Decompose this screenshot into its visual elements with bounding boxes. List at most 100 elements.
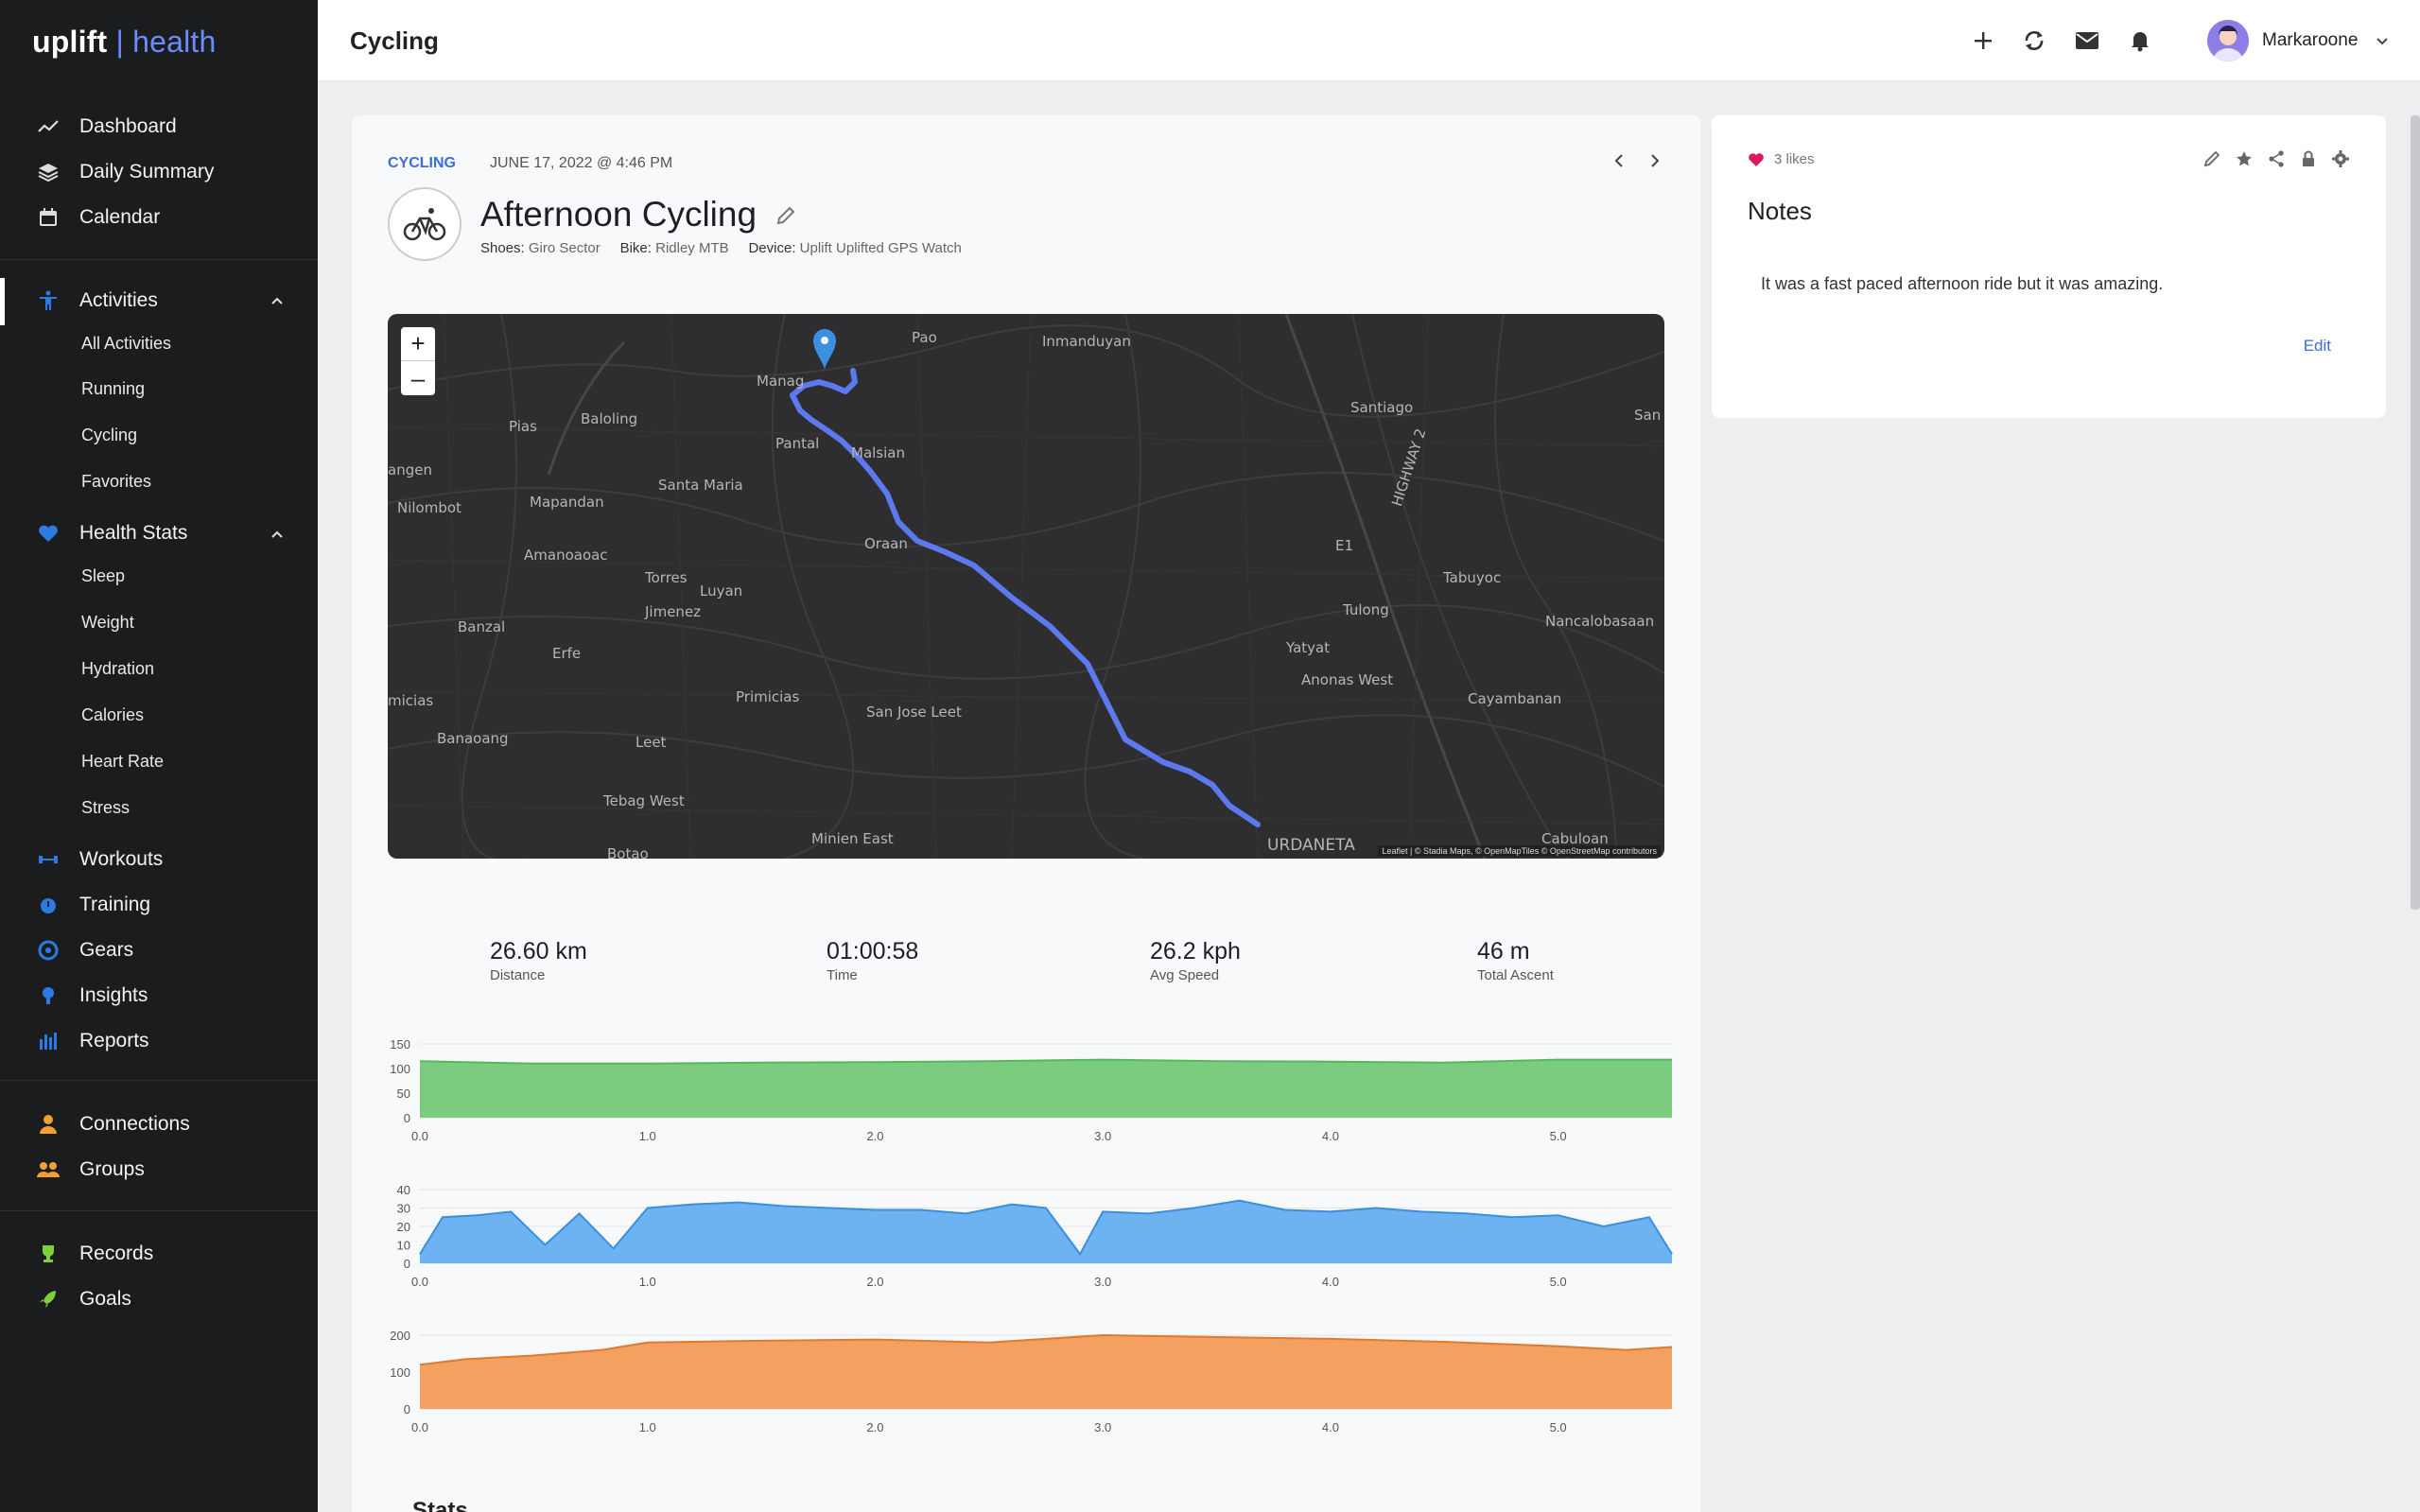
x-tick-label: 3.0 (1094, 1129, 1111, 1143)
map-label: Tebag West (603, 792, 685, 809)
plus-icon[interactable] (1967, 25, 1999, 57)
stat-avg-speed: 26.2 kph Avg Speed (1150, 938, 1241, 983)
map-attribution[interactable]: Leaflet | © Stadia Maps, © OpenMapTiles … (1378, 845, 1661, 857)
sidebar-item-groups[interactable]: Groups (36, 1151, 145, 1189)
trophy-icon (36, 1242, 61, 1266)
sidebar-subitem-calories[interactable]: Calories (81, 701, 144, 729)
gear-icon[interactable] (2331, 149, 2350, 168)
top-bar: Cycling Markaroone (318, 0, 2420, 81)
chevron-left-icon[interactable] (1611, 153, 1627, 168)
y-tick-label: 0 (404, 1111, 410, 1125)
x-tick-label: 5.0 (1550, 1420, 1567, 1434)
y-tick-label: 10 (397, 1239, 410, 1253)
sidebar-item-reports[interactable]: Reports (36, 1022, 149, 1060)
activity-date: JUNE 17, 2022 @ 4:46 PM (490, 155, 673, 171)
lock-icon[interactable] (2299, 149, 2318, 168)
x-tick-label: 4.0 (1322, 1420, 1339, 1434)
meta-label: Shoes: (480, 240, 525, 256)
elevation-chart[interactable]: 0 50 100 150 0.0 1.0 2.0 3.0 4.0 5.0 (371, 1031, 1685, 1154)
section-title: Stats (412, 1498, 468, 1512)
sidebar-subitem-hydration[interactable]: Hydration (81, 654, 154, 683)
sidebar-item-insights[interactable]: Insights (36, 977, 148, 1015)
star-icon[interactable] (2235, 149, 2254, 168)
sidebar-subitem-sleep[interactable]: Sleep (81, 562, 125, 590)
map-label: Jimenez (645, 603, 702, 620)
bell-icon[interactable] (2124, 25, 2156, 57)
sidebar-subitem-heart-rate[interactable]: Heart Rate (81, 747, 164, 775)
stat-time: 01:00:58 Time (827, 938, 918, 983)
series-area (420, 1200, 1672, 1263)
stat-label: Time (827, 967, 858, 983)
x-tick-label: 1.0 (639, 1275, 656, 1289)
sidebar-subitem-favorites[interactable]: Favorites (81, 467, 151, 495)
zoom-out-button[interactable]: – (401, 361, 435, 395)
series-area (420, 1059, 1672, 1118)
sidebar-item-label: Dashboard (79, 115, 177, 137)
map-label: URDANETA (1267, 836, 1355, 855)
map-label: Malsian (851, 444, 905, 461)
sidebar-item-label: Gears (79, 939, 134, 961)
share-icon[interactable] (2267, 149, 2286, 168)
sidebar-item-dashboard[interactable]: Dashboard (36, 108, 177, 146)
active-indicator (0, 278, 5, 325)
sidebar-item-gears[interactable]: Gears (36, 931, 133, 969)
pencil-icon[interactable] (2202, 149, 2221, 168)
rocket-icon (36, 1287, 61, 1312)
bar-chart-icon (36, 1029, 61, 1053)
shoes-value: Giro Sector (528, 240, 601, 256)
zoom-in-button[interactable]: + (401, 327, 435, 361)
sidebar-item-records[interactable]: Records (36, 1235, 153, 1273)
map-label: Banaoang (437, 730, 509, 747)
y-tick-label: 100 (390, 1062, 410, 1076)
sidebar-item-label: Connections (79, 1113, 190, 1135)
mail-icon[interactable] (2071, 25, 2103, 57)
chevron-up-icon[interactable] (270, 528, 284, 541)
activity-title: Afternoon Cycling (480, 195, 796, 235)
map-label: Inmanduyan (1042, 333, 1131, 350)
map-label: Luyan (700, 582, 743, 600)
sidebar-item-label: Calendar (79, 206, 161, 228)
map-label: Tulong (1343, 601, 1389, 618)
sidebar-item-workouts[interactable]: Workouts (36, 841, 163, 878)
likes[interactable]: 3 likes (1748, 151, 1815, 167)
trend-icon (36, 114, 61, 139)
sidebar-item-activities[interactable]: Activities (36, 282, 158, 320)
pencil-icon[interactable] (775, 205, 796, 226)
sidebar-subitem-all-activities[interactable]: All Activities (81, 329, 171, 357)
sync-icon[interactable] (2018, 25, 2050, 57)
sidebar-subitem-cycling[interactable]: Cycling (81, 421, 137, 449)
sidebar-subitem-weight[interactable]: Weight (81, 608, 134, 636)
stat-value: 26.2 kph (1150, 938, 1241, 965)
x-tick-label: 4.0 (1322, 1275, 1339, 1289)
sidebar-item-daily-summary[interactable]: Daily Summary (36, 153, 214, 191)
map-label: Pantal (775, 435, 820, 452)
sidebar-item-health-stats[interactable]: Health Stats (36, 514, 187, 552)
x-tick-label: 2.0 (866, 1420, 883, 1434)
notes-edit-link[interactable]: Edit (2304, 337, 2331, 356)
device-value: Uplift Uplifted GPS Watch (799, 240, 962, 256)
route-map[interactable]: + – Pao Inmanduyan Manag Baloling Pias P… (388, 314, 1664, 859)
stat-total-ascent: 46 m Total Ascent (1477, 938, 1554, 983)
sidebar-item-training[interactable]: Training (36, 886, 150, 924)
y-tick-label: 40 (397, 1183, 410, 1197)
gear-wheel-icon (36, 938, 61, 963)
app-logo[interactable]: uplift | health (32, 25, 216, 60)
scrollbar[interactable] (2411, 115, 2420, 910)
chevron-up-icon[interactable] (270, 294, 284, 307)
chevron-down-icon (2376, 38, 2389, 45)
activity-category[interactable]: CYCLING (388, 155, 456, 172)
map-label: Mapandan (530, 494, 604, 511)
sidebar-item-calendar[interactable]: Calendar (36, 199, 160, 236)
stat-label: Distance (490, 967, 546, 983)
x-tick-label: 3.0 (1094, 1420, 1111, 1434)
heart-rate-chart[interactable]: 0 100 200 0.0 1.0 2.0 3.0 4.0 5.0 (371, 1322, 1685, 1445)
sidebar-subitem-running[interactable]: Running (81, 374, 145, 403)
sidebar-item-goals[interactable]: Goals (36, 1280, 131, 1318)
sidebar-subitem-stress[interactable]: Stress (81, 793, 130, 822)
map-label: Manag (757, 373, 805, 390)
user-menu[interactable]: Markaroone (2207, 19, 2390, 62)
notes-text: It was a fast paced afternoon ride but i… (1761, 274, 2164, 293)
sidebar-item-connections[interactable]: Connections (36, 1105, 190, 1143)
speed-chart[interactable]: 0 10 20 30 40 0.0 1.0 2.0 3.0 4.0 5.0 (371, 1176, 1685, 1299)
chevron-right-icon[interactable] (1647, 153, 1663, 168)
